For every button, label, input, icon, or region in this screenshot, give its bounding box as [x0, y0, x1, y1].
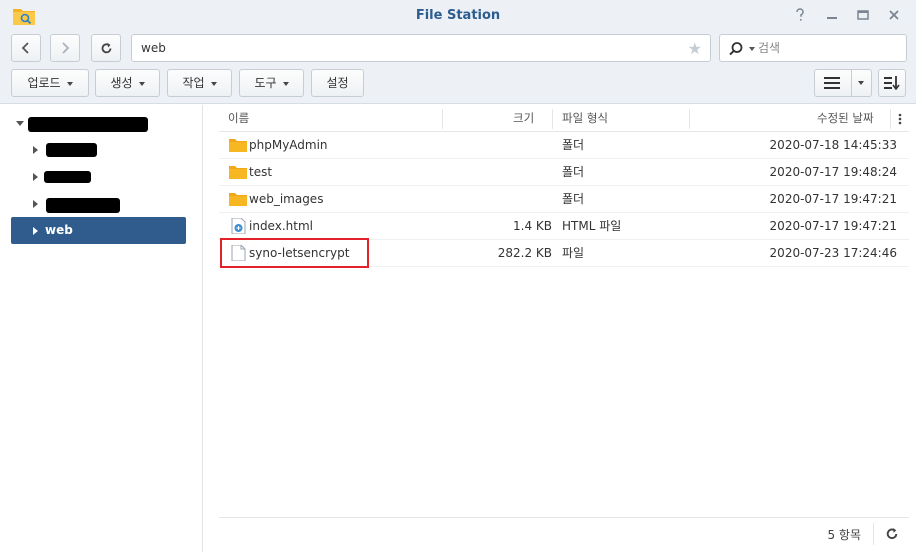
redacted-label	[44, 171, 91, 183]
close-icon[interactable]	[886, 8, 902, 24]
expand-arrow-icon[interactable]	[16, 121, 24, 126]
refresh-button[interactable]	[91, 34, 121, 62]
view-mode-button[interactable]	[814, 69, 872, 97]
redacted-label	[46, 198, 120, 213]
file-modified: 2020-07-23 17:24:46	[769, 246, 897, 260]
expand-arrow-icon[interactable]	[33, 200, 38, 208]
status-bar: 5 항목	[219, 517, 909, 552]
column-header-type[interactable]: 파일 형식	[562, 105, 608, 132]
file-type: 폴더	[562, 138, 585, 152]
column-menu-icon[interactable]	[893, 112, 907, 126]
refresh-icon[interactable]	[885, 527, 899, 541]
file-list-header: 이름 크기 파일 형식 수정된 날짜	[219, 105, 909, 132]
forward-button[interactable]	[50, 34, 80, 62]
chevron-down-icon[interactable]	[858, 81, 864, 85]
list-view-icon	[824, 77, 840, 89]
chevron-down-icon	[66, 81, 73, 86]
file-modified: 2020-07-17 19:48:24	[769, 165, 897, 179]
maximize-icon[interactable]	[855, 8, 871, 24]
tree-item-label: web	[45, 223, 73, 237]
star-icon[interactable]: ★	[688, 39, 702, 58]
tree-item-3[interactable]	[0, 191, 203, 217]
chevron-right-icon	[62, 42, 70, 54]
action-button[interactable]: 작업	[167, 69, 232, 97]
toolbar: 업로드 생성 작업 도구 설정	[0, 64, 916, 104]
expand-arrow-icon[interactable]	[33, 146, 38, 154]
file-modified: 2020-07-17 19:47:21	[769, 192, 897, 206]
file-row[interactable]: index.html 1.4 KB HTML 파일 2020-07-17 19:…	[219, 213, 909, 240]
back-button[interactable]	[11, 34, 41, 62]
column-header-name[interactable]: 이름	[228, 105, 249, 132]
file-row[interactable]: phpMyAdmin 폴더 2020-07-18 14:45:33	[219, 132, 909, 159]
redacted-label	[28, 117, 148, 132]
tree-item-2[interactable]	[0, 164, 203, 190]
search-icon[interactable]	[728, 41, 744, 57]
file-modified: 2020-07-18 14:45:33	[769, 138, 897, 152]
file-size: 282.2 KB	[497, 246, 552, 260]
chevron-down-icon	[282, 81, 289, 86]
file-type: HTML 파일	[562, 219, 622, 233]
sort-icon	[884, 76, 900, 90]
title-bar: File Station	[0, 0, 916, 32]
sort-button[interactable]	[878, 69, 906, 97]
column-header-modified[interactable]: 수정된 날짜	[817, 105, 874, 132]
search-box[interactable]	[719, 34, 907, 62]
file-size: 1.4 KB	[513, 219, 552, 233]
tree-item-root[interactable]	[0, 111, 203, 137]
chevron-left-icon	[21, 42, 29, 54]
path-text: web	[141, 41, 166, 55]
file-modified: 2020-07-17 19:47:21	[769, 219, 897, 233]
file-type: 폴더	[562, 165, 585, 179]
folder-icon	[229, 166, 247, 179]
item-count: 5 항목	[827, 528, 861, 542]
folder-icon	[229, 193, 247, 206]
expand-arrow-icon[interactable]	[33, 173, 38, 181]
highlight-annotation	[220, 238, 369, 268]
file-name: index.html	[249, 219, 313, 233]
tools-button[interactable]: 도구	[239, 69, 304, 97]
search-input[interactable]	[758, 39, 898, 57]
file-type: 폴더	[562, 192, 585, 206]
refresh-icon	[101, 43, 112, 54]
tree-item-web[interactable]: web	[11, 217, 186, 244]
create-button[interactable]: 생성	[95, 69, 160, 97]
chevron-down-icon	[138, 81, 145, 86]
chevron-down-icon	[210, 81, 217, 86]
html-file-icon	[231, 218, 246, 234]
folder-icon	[229, 139, 247, 152]
file-list: 이름 크기 파일 형식 수정된 날짜 phpMyAdmin 폴더 2020-07…	[219, 105, 909, 517]
folder-tree: web	[0, 105, 203, 552]
file-row[interactable]: test 폴더 2020-07-17 19:48:24	[219, 159, 909, 186]
minimize-icon[interactable]	[824, 8, 840, 24]
path-field[interactable]: web ★	[131, 34, 711, 62]
column-header-size[interactable]: 크기	[513, 105, 534, 132]
tree-item-1[interactable]	[0, 137, 203, 163]
search-options-dropdown[interactable]	[749, 47, 755, 51]
settings-button[interactable]: 설정	[311, 69, 364, 97]
upload-button[interactable]: 업로드	[11, 69, 89, 97]
file-name: test	[249, 165, 273, 179]
file-type: 파일	[562, 246, 585, 260]
redacted-label	[46, 143, 97, 157]
file-name: web_images	[249, 192, 324, 206]
window-title: File Station	[415, 8, 501, 23]
file-row[interactable]: web_images 폴더 2020-07-17 19:47:21	[219, 186, 909, 213]
navigation-bar: web ★	[0, 32, 916, 64]
help-icon[interactable]	[792, 8, 808, 24]
expand-arrow-icon[interactable]	[33, 227, 38, 235]
file-name: phpMyAdmin	[249, 138, 328, 152]
